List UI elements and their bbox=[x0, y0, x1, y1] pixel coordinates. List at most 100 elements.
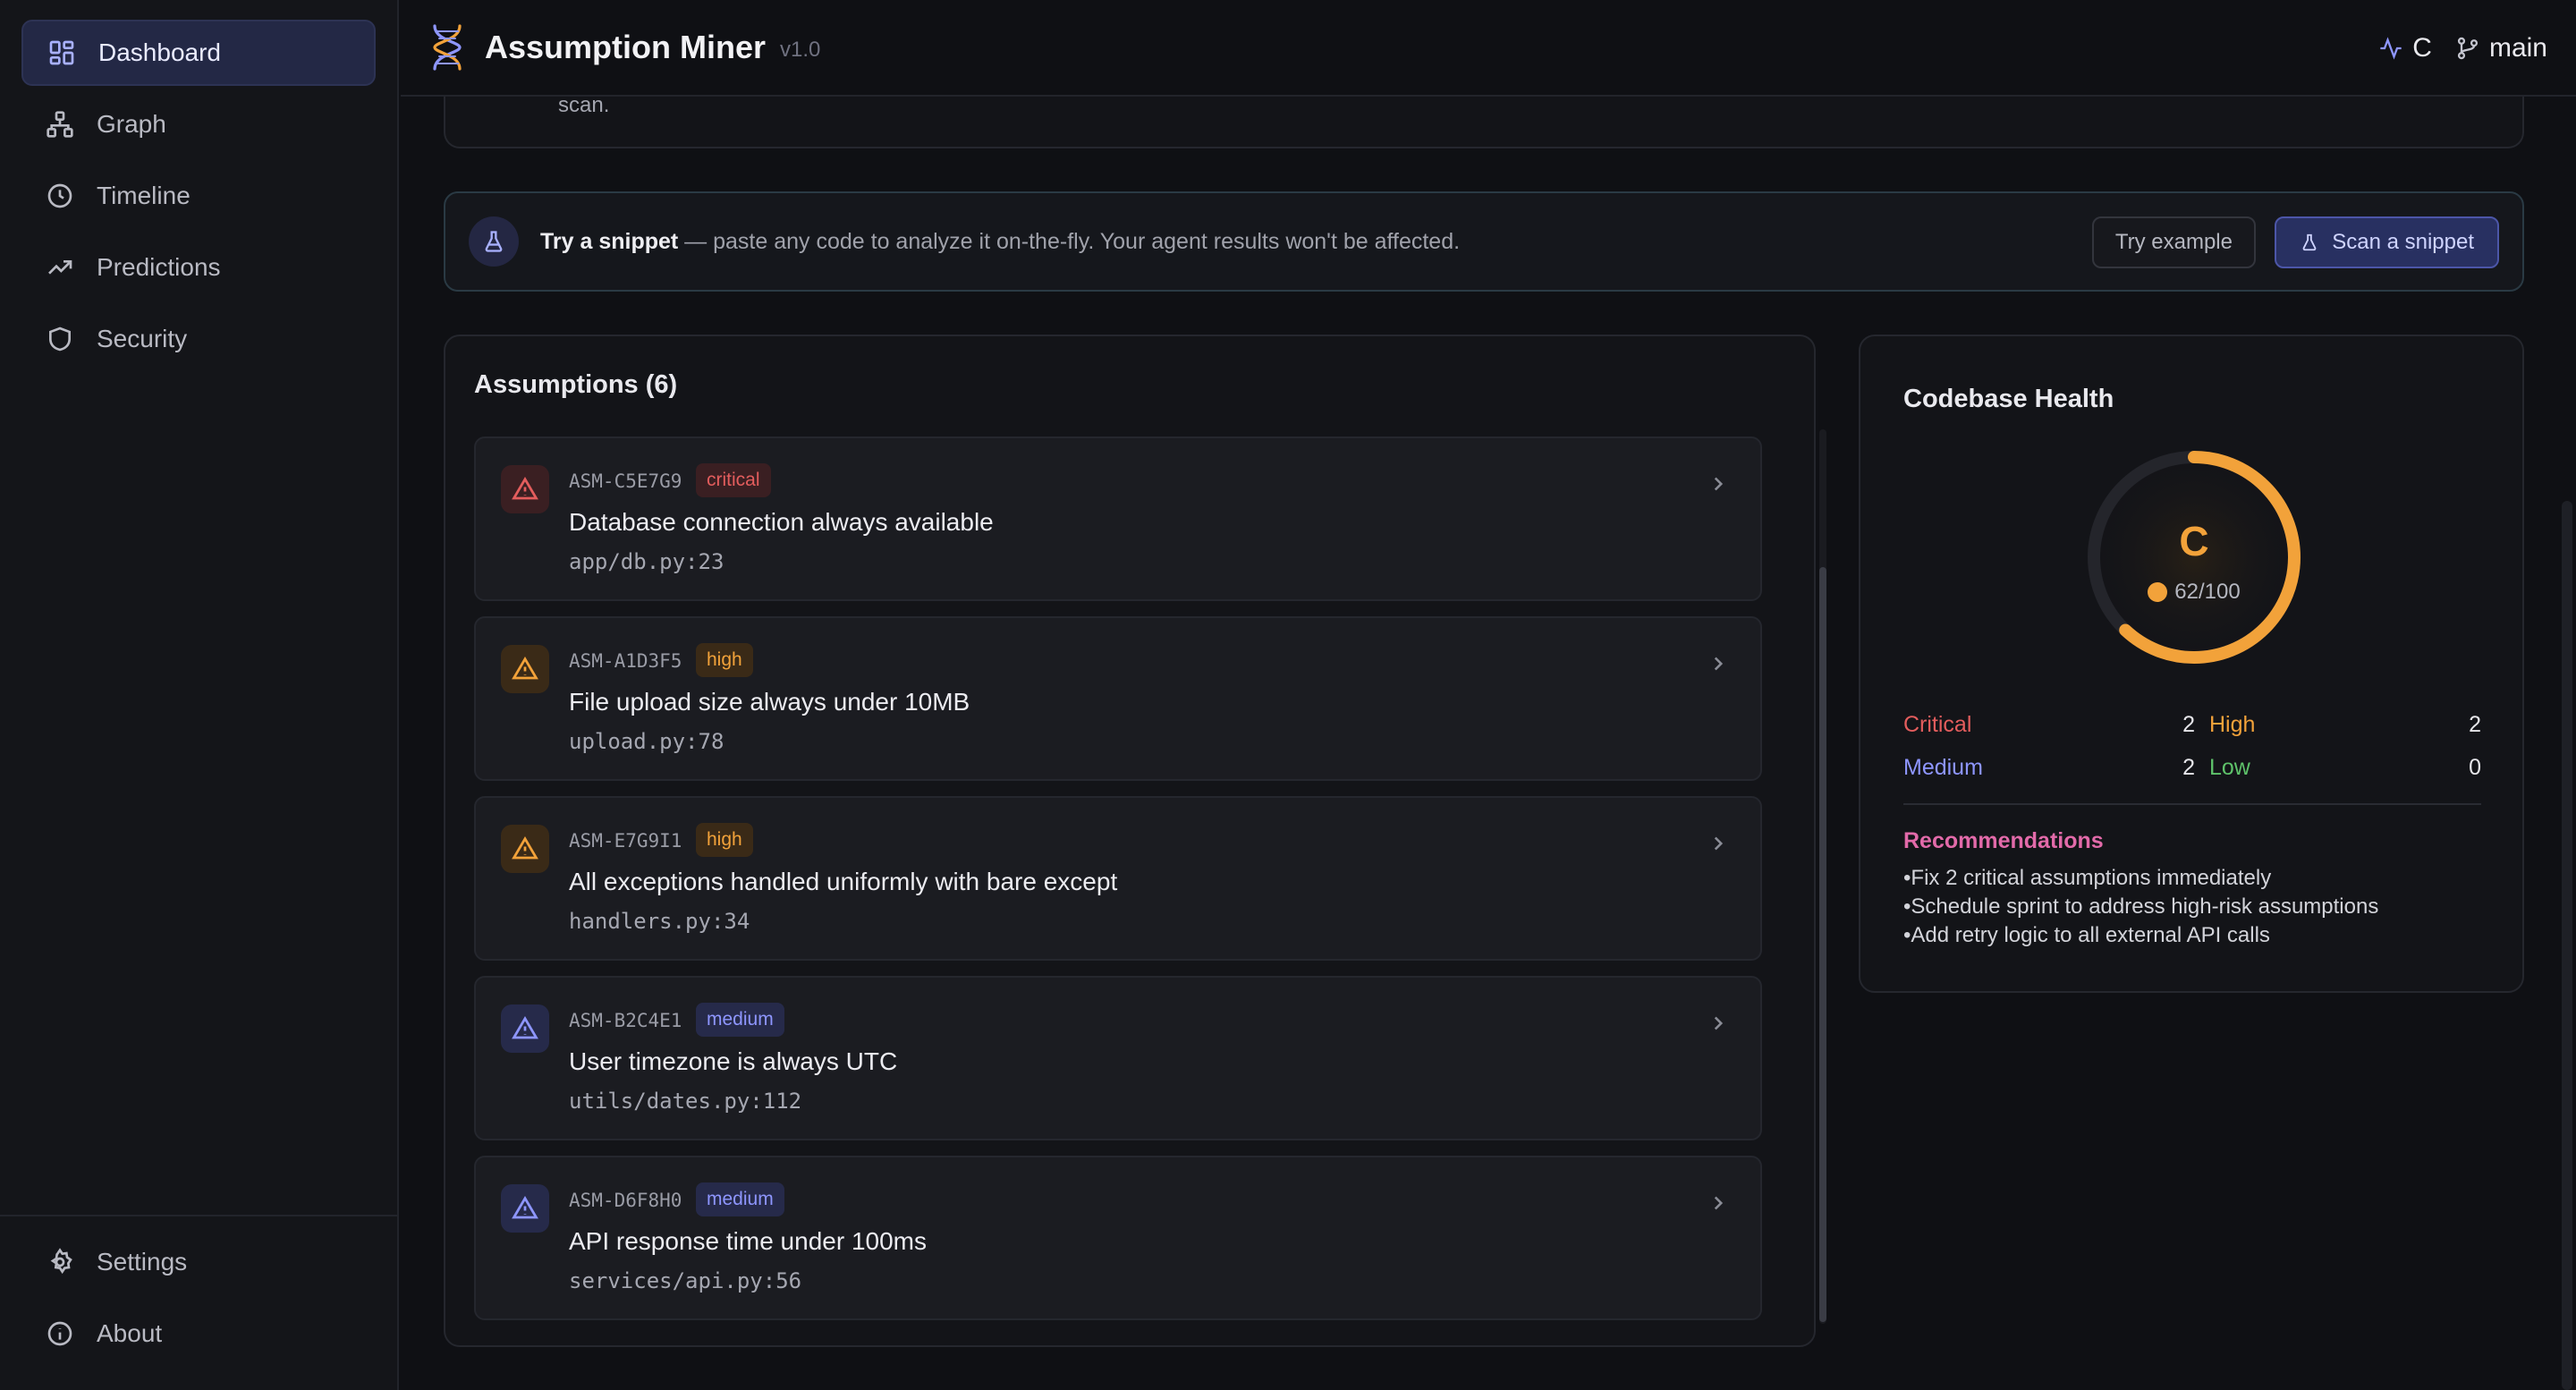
assumption-title: User timezone is always UTC bbox=[569, 1047, 898, 1075]
flask-icon bbox=[469, 216, 519, 267]
list-scrollbar-thumb[interactable] bbox=[1819, 567, 1826, 1322]
info-icon bbox=[45, 1318, 75, 1349]
recommendations-title: Recommendations bbox=[1903, 828, 2104, 853]
score-dot-icon bbox=[2148, 582, 2168, 602]
sidebar-item-dashboard[interactable]: Dashboard bbox=[21, 20, 376, 86]
sidebar: Dashboard Graph Timeline Predictions Sec… bbox=[0, 0, 399, 1390]
warning-icon bbox=[501, 1004, 549, 1053]
assumption-title: Database connection always available bbox=[569, 508, 994, 536]
codebase-health-panel: Codebase Health C 62/100 Critical 2 High… bbox=[1859, 335, 2524, 993]
severity-badge: high bbox=[696, 643, 753, 677]
branch-indicator[interactable]: main bbox=[2455, 33, 2547, 64]
clock-icon bbox=[45, 181, 75, 211]
stat-label-high: High bbox=[2209, 711, 2256, 737]
recommendation-item: Add retry logic to all external API call… bbox=[1903, 921, 2378, 950]
shield-icon bbox=[45, 324, 75, 354]
sidebar-item-settings[interactable]: Settings bbox=[21, 1229, 376, 1295]
assumption-item[interactable]: ASM-D6F8H0 medium API response time under … bbox=[474, 1156, 1762, 1320]
graph-icon bbox=[45, 109, 75, 140]
assumption-id: ASM-C5E7G9 bbox=[569, 470, 682, 492]
severity-badge: medium bbox=[696, 1182, 784, 1216]
stat-value-medium: 2 bbox=[2182, 754, 2195, 780]
assumptions-heading: Assumptions (6) bbox=[474, 370, 678, 399]
page-scrollbar[interactable] bbox=[2562, 501, 2572, 1390]
git-branch-icon bbox=[2457, 37, 2479, 60]
assumption-file: handlers.py:34 bbox=[569, 909, 750, 934]
stat-label-low: Low bbox=[2209, 754, 2250, 780]
app-title: Assumption Miner bbox=[485, 29, 767, 65]
severity-badge: critical bbox=[696, 463, 771, 497]
main-content: scan. Try a snippet — paste any code to … bbox=[401, 0, 2576, 1390]
scan-snippet-button[interactable]: Scan a snippet bbox=[2275, 216, 2499, 268]
assumption-title: All exceptions handled uniformly with ba… bbox=[569, 868, 1118, 895]
trending-up-icon bbox=[45, 252, 75, 283]
warning-icon bbox=[501, 645, 549, 693]
snippet-banner: Try a snippet — paste any code to analyz… bbox=[444, 191, 2524, 292]
chevron-right-icon bbox=[1707, 832, 1732, 857]
assumption-item[interactable]: ASM-C5E7G9 critical Database connection al… bbox=[474, 436, 1762, 601]
app-version: v1.0 bbox=[780, 38, 821, 62]
assumption-file: upload.py:78 bbox=[569, 729, 724, 754]
sidebar-item-timeline[interactable]: Timeline bbox=[21, 163, 376, 229]
sidebar-footer: Settings About bbox=[0, 1215, 397, 1390]
stat-value-high: 2 bbox=[2469, 711, 2481, 737]
recommendation-item: Fix 2 critical assumptions immediately bbox=[1903, 864, 2378, 893]
sidebar-item-label: Dashboard bbox=[98, 38, 221, 66]
sidebar-item-about[interactable]: About bbox=[21, 1301, 376, 1367]
sidebar-item-graph[interactable]: Graph bbox=[21, 91, 376, 157]
health-score: 62/100 bbox=[2082, 580, 2306, 605]
assumptions-panel: Assumptions (6) ASM-C5E7G9 critical Databa… bbox=[444, 335, 1826, 1347]
health-score-value: 62/100 bbox=[2174, 580, 2241, 604]
sidebar-item-label: Timeline bbox=[97, 182, 191, 209]
warning-icon bbox=[501, 1184, 549, 1233]
assumption-title: File upload size always under 10MB bbox=[569, 688, 970, 716]
chevron-right-icon bbox=[1707, 472, 1732, 497]
flask-icon bbox=[2302, 233, 2317, 251]
sidebar-nav: Dashboard Graph Timeline Predictions Sec… bbox=[0, 0, 397, 372]
assumption-item[interactable]: ASM-E7G9I1 high All exceptions handled uni… bbox=[474, 796, 1762, 961]
topbar-grade: C bbox=[2412, 33, 2432, 63]
previous-card-text: scan. bbox=[558, 93, 610, 117]
severity-badge: high bbox=[696, 823, 753, 857]
stat-value-critical: 2 bbox=[2182, 711, 2195, 737]
stat-row: Critical 2 High 2 bbox=[1903, 703, 2481, 746]
chevron-right-icon bbox=[1707, 1191, 1732, 1216]
assumption-id: ASM-B2C4E1 bbox=[569, 1010, 682, 1031]
health-title: Codebase Health bbox=[1903, 385, 2114, 413]
divider bbox=[1903, 803, 2481, 805]
dna-logo-icon bbox=[433, 24, 462, 71]
snippet-description: — paste any code to analyze it on-the-fl… bbox=[678, 228, 1461, 254]
assumption-file: utils/dates.py:112 bbox=[569, 1089, 802, 1114]
chevron-right-icon bbox=[1707, 1012, 1732, 1037]
severity-badge: medium bbox=[696, 1003, 784, 1037]
sidebar-item-predictions[interactable]: Predictions bbox=[21, 234, 376, 301]
sidebar-item-label: Graph bbox=[97, 110, 166, 138]
snippet-text: Try a snippet — paste any code to analyz… bbox=[540, 229, 1460, 255]
recommendations-list: Fix 2 critical assumptions immediately S… bbox=[1903, 864, 2378, 950]
stat-row: Medium 2 Low 0 bbox=[1903, 746, 2481, 789]
branch-name: main bbox=[2488, 33, 2547, 63]
chevron-right-icon bbox=[1707, 652, 1732, 677]
topbar-status: C main bbox=[2378, 0, 2547, 97]
assumption-file: app/db.py:23 bbox=[569, 549, 724, 574]
assumption-title: API response time under 100ms bbox=[569, 1227, 927, 1255]
snippet-title: Try a snippet bbox=[540, 228, 679, 254]
stat-value-low: 0 bbox=[2469, 754, 2481, 780]
sidebar-item-label: Settings bbox=[97, 1248, 188, 1276]
assumption-id: ASM-D6F8H0 bbox=[569, 1190, 682, 1211]
sidebar-item-label: Security bbox=[97, 325, 188, 352]
severity-stats: Critical 2 High 2 Medium 2 Low 0 bbox=[1903, 703, 2481, 789]
try-example-button[interactable]: Try example bbox=[2091, 216, 2256, 268]
warning-icon bbox=[501, 825, 549, 873]
assumption-file: services/api.py:56 bbox=[569, 1268, 802, 1293]
warning-icon bbox=[501, 465, 549, 513]
assumption-item[interactable]: ASM-A1D3F5 high File upload size always un… bbox=[474, 616, 1762, 781]
sidebar-item-label: Predictions bbox=[97, 253, 221, 281]
assumption-item[interactable]: ASM-B2C4E1 medium User timezone is always … bbox=[474, 976, 1762, 1140]
sidebar-item-security[interactable]: Security bbox=[21, 306, 376, 372]
recommendation-item: Schedule sprint to address high-risk ass… bbox=[1903, 893, 2378, 921]
health-gauge: C 62/100 bbox=[2082, 444, 2306, 671]
gear-icon bbox=[45, 1247, 75, 1277]
stat-label-medium: Medium bbox=[1903, 754, 1983, 780]
health-grade-indicator[interactable]: C bbox=[2378, 33, 2432, 64]
